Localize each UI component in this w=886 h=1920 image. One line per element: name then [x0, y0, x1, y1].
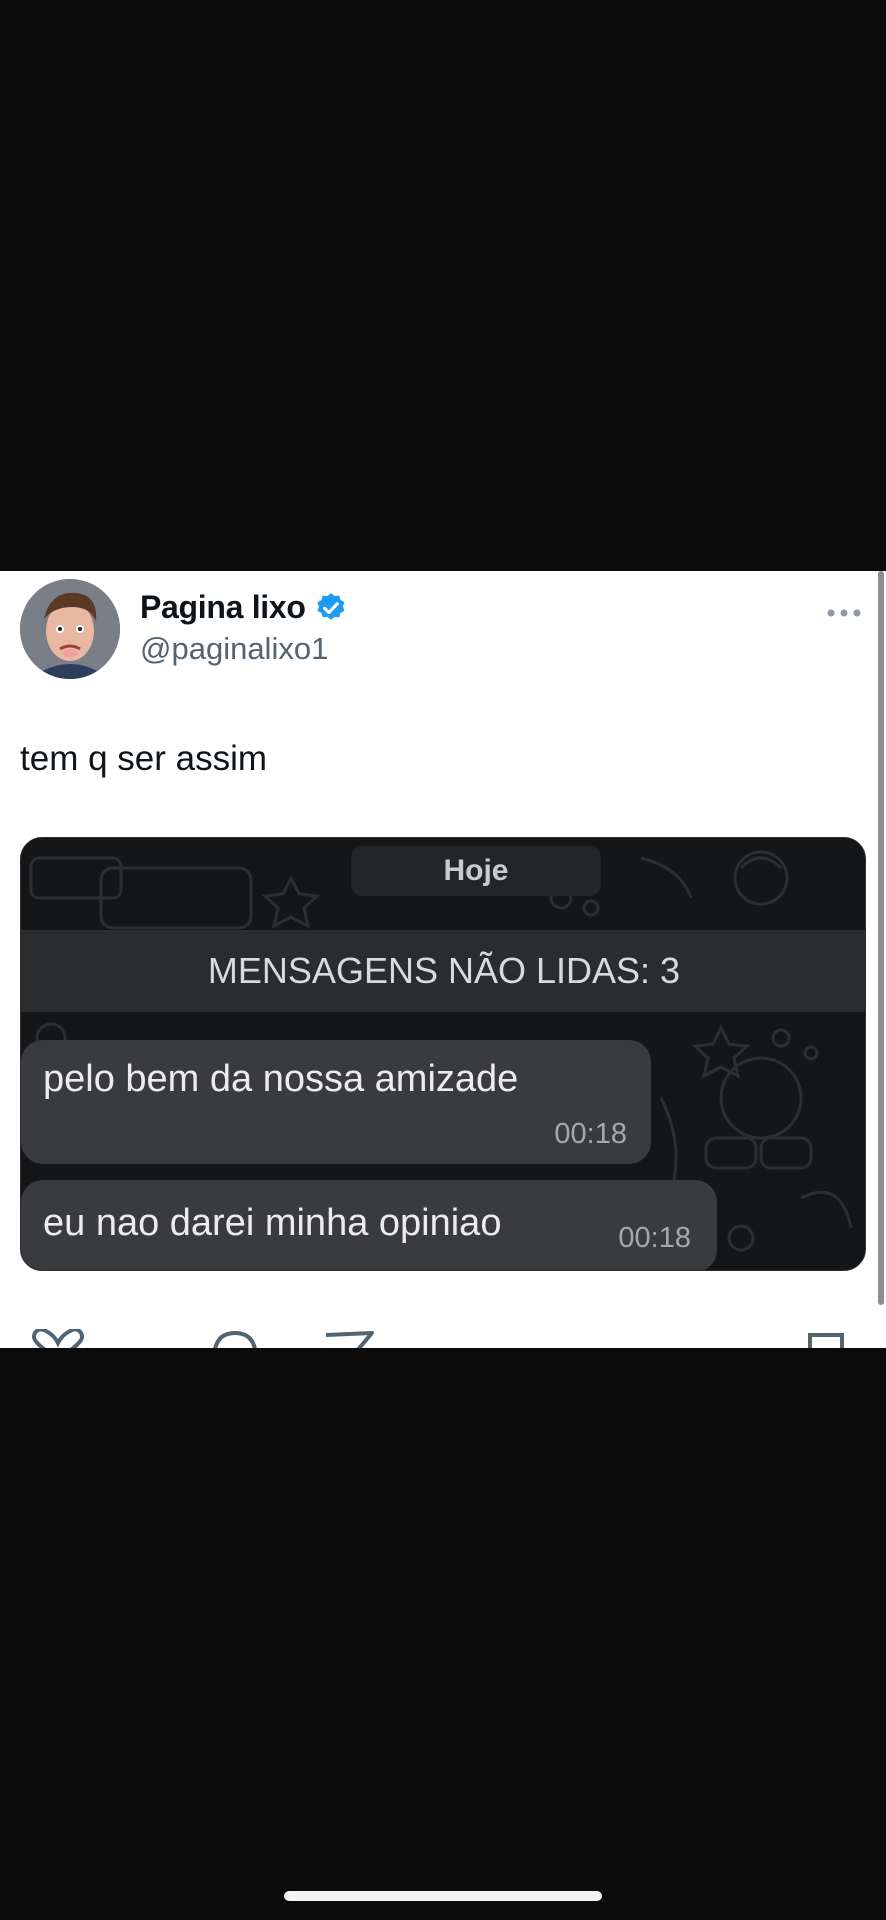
tweet-actions-bar [0, 1329, 886, 1348]
message-bubble: pelo bem da nossa amizade 00:18 [21, 1040, 651, 1164]
tweet-card: Pagina lixo @paginalixo1 tem q ser assim [0, 571, 886, 1348]
handle[interactable]: @paginalixo1 [140, 631, 328, 667]
home-indicator[interactable] [284, 1891, 602, 1901]
message-text: eu nao darei minha opiniao [43, 1202, 502, 1244]
unread-messages-banner: MENSAGENS NÃO LIDAS: 3 [21, 930, 865, 1012]
name-row: Pagina lixo [140, 589, 348, 626]
tweet-media-image[interactable]: Hoje MENSAGENS NÃO LIDAS: 3 pelo bem da … [20, 837, 866, 1271]
tweet-text: tem q ser assim [20, 739, 267, 778]
reply-count-fragment [276, 1343, 292, 1348]
avatar-face-icon [20, 579, 120, 679]
bookmark-icon[interactable] [806, 1329, 846, 1348]
message-time: 00:18 [554, 1118, 627, 1150]
more-horizontal-icon[interactable] [826, 607, 862, 619]
verified-badge-icon [317, 592, 345, 620]
reply-bubble-icon[interactable] [210, 1329, 260, 1348]
screen: Pagina lixo @paginalixo1 tem q ser assim [0, 0, 886, 1920]
scrollbar[interactable] [878, 571, 884, 1305]
date-pill: Hoje [351, 846, 601, 896]
display-name[interactable]: Pagina lixo [140, 589, 306, 626]
message-bubble: eu nao darei minha opiniao 00:18 [21, 1180, 717, 1270]
message-time: 00:18 [618, 1222, 691, 1254]
message-text: pelo bem da nossa amizade [43, 1058, 519, 1100]
heart-icon[interactable] [30, 1329, 86, 1348]
share-icon[interactable] [322, 1329, 376, 1348]
avatar[interactable] [20, 579, 120, 679]
like-count-fragment [100, 1341, 180, 1348]
